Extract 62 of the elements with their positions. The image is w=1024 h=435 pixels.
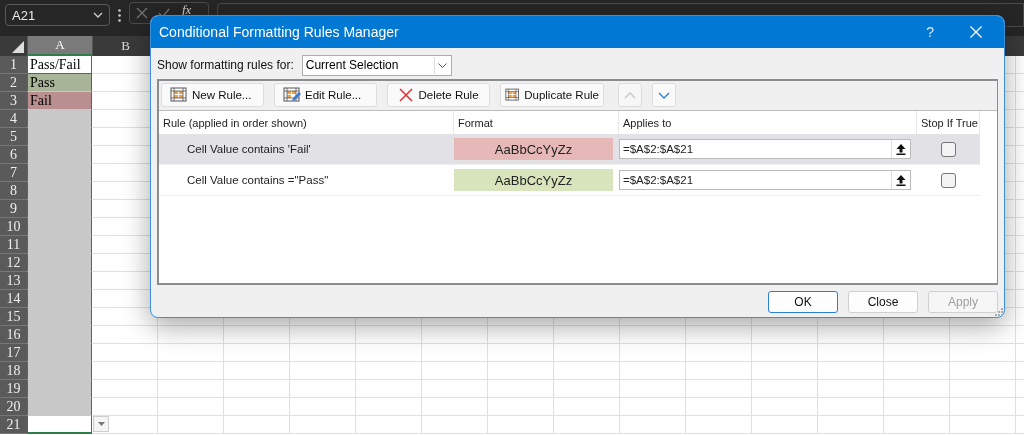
format-preview: AaBbCcYyZz [454,169,613,191]
row-header[interactable]: 17 [0,344,27,362]
chevron-down-icon [658,91,670,99]
table-cell: Pass [27,74,92,92]
row-header[interactable]: 11 [0,236,27,254]
row-header[interactable]: 18 [0,362,27,380]
upload-arrow-icon [896,174,906,186]
duplicate-rule-button[interactable]: Duplicate Rule [500,83,604,107]
row-header[interactable]: 21 [0,416,27,434]
help-button[interactable]: ? [926,24,934,40]
applies-to-field[interactable]: =$A$2:$A$21 [619,170,911,190]
row-header[interactable]: 3 [0,92,27,110]
caret-down-icon [97,422,105,426]
row-header[interactable]: 9 [0,200,27,218]
row-header[interactable]: 7 [0,164,27,182]
upload-arrow-icon [896,143,906,155]
new-rule-button[interactable]: New Rule... [161,83,264,107]
dialog-button[interactable]: Close [848,291,918,313]
row-header[interactable]: 16 [0,326,27,344]
row-header[interactable]: 2 [0,74,27,92]
edit-rule-button[interactable]: Edit Rule... [274,83,377,107]
column-header[interactable]: A [27,36,92,56]
chevron-down-icon [93,12,103,18]
resize-grip-icon[interactable] [994,307,1003,316]
row-header[interactable]: 4 [0,110,27,128]
row-header[interactable]: 1 [0,56,27,74]
row-header[interactable]: 20 [0,398,27,416]
more-icon[interactable] [118,8,121,22]
delete-rule-button[interactable]: Delete Rule [387,83,490,107]
row-header[interactable]: 5 [0,128,27,146]
chevron-down-icon [437,62,447,68]
row-header[interactable]: 10 [0,218,27,236]
table-cell: Fail [27,92,92,110]
cancel-icon[interactable] [136,7,148,19]
format-preview: AaBbCcYyZz [454,138,613,160]
table-pencil-icon [283,87,301,103]
select-all-icon[interactable] [12,41,24,53]
table-icon [505,87,521,103]
rule-row[interactable]: Cell Value contains ="Pass" AaBbCcYyZz =$A$2:$A$21 [159,165,980,196]
checkbox[interactable] [941,172,956,188]
dialog-button[interactable]: OK [768,291,838,313]
applies-to-field[interactable]: =$A$2:$A$21 [619,139,911,159]
row-header[interactable]: 13 [0,272,27,290]
window-title: Conditional Formatting Rules Manager [159,24,400,40]
row-header[interactable]: 6 [0,146,27,164]
checkbox[interactable] [941,141,956,157]
chevron-up-icon [624,91,636,99]
name-box[interactable]: A21 [5,4,110,26]
row-header[interactable]: 15 [0,308,27,326]
table-icon [170,87,188,103]
row-header[interactable]: 12 [0,254,27,272]
rule-condition: Cell Value contains 'Fail' [186,143,312,155]
row-header[interactable]: 19 [0,380,27,398]
close-icon[interactable] [970,26,982,38]
autofill-options-button[interactable] [93,416,109,432]
rule-row[interactable]: Cell Value contains 'Fail' AaBbCcYyZz =$A$2:$A$21 [159,134,980,165]
row-header[interactable]: 14 [0,290,27,308]
scope-label: Show formatting rules for: [157,58,294,72]
rule-condition: Cell Value contains ="Pass" [186,174,330,186]
delete-icon [398,87,415,103]
row-header[interactable]: 8 [0,182,27,200]
scope-dropdown[interactable]: Current Selection [301,54,452,76]
